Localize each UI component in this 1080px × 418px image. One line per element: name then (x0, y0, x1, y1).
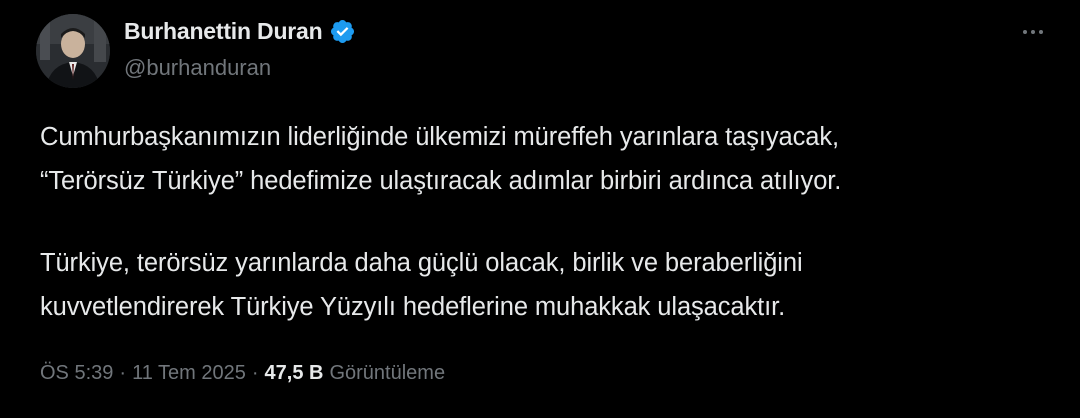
tweet-paragraph: Cumhurbaşkanımızın liderliğinde ülkemizi… (40, 115, 1050, 203)
meta-separator: · (251, 362, 259, 384)
tweet-line: “Terörsüz Türkiye” hedefimize ulaştıraca… (40, 167, 842, 195)
more-options-icon[interactable] (1016, 20, 1050, 44)
tweet-line: Türkiye, terörsüz yarınlarda daha güçlü … (40, 249, 803, 277)
avatar[interactable] (36, 14, 110, 88)
tweet-line: kuvvetlendirerek Türkiye Yüzyılı hedefle… (40, 293, 786, 321)
tweet-text: Cumhurbaşkanımızın liderliğinde ülkemizi… (40, 115, 1050, 329)
tweet-paragraph: Türkiye, terörsüz yarınlarda daha güçlü … (40, 241, 1050, 329)
tweet-time[interactable]: ÖS 5:39 (40, 362, 113, 385)
views-count[interactable]: 47,5 B (265, 362, 324, 385)
views-label: Görüntüleme (329, 362, 446, 384)
tweet-card: Burhanettin Duran @burhanduran Cumhurbaş… (0, 0, 1080, 418)
avatar-photo (36, 14, 110, 88)
verified-badge-icon (329, 18, 356, 45)
author-handle[interactable]: @burhanduran (124, 55, 356, 81)
tweet-date[interactable]: 11 Tem 2025 (132, 362, 246, 385)
tweet-metadata: ÖS 5:39 · 11 Tem 2025 · 47,5 B Görüntüle… (40, 362, 445, 385)
author-display-name[interactable]: Burhanettin Duran (124, 18, 323, 45)
tweet-header: Burhanettin Duran @burhanduran (124, 16, 356, 81)
tweet-line: Cumhurbaşkanımızın liderliğinde ülkemizi… (40, 123, 839, 151)
meta-separator: · (119, 362, 127, 384)
author-name-row: Burhanettin Duran (124, 16, 356, 46)
